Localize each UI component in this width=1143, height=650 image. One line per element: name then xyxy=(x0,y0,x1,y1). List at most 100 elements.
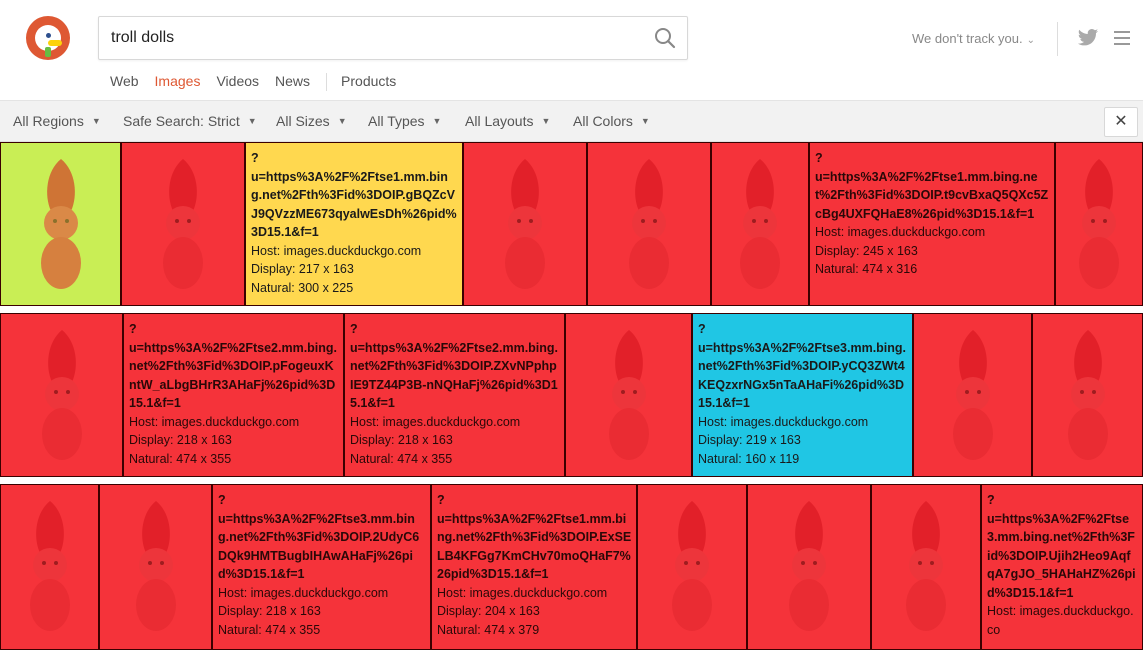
image-info: ? u=https%3A%2F%2Ftse3.mm.bing.net%2Fth%3… xyxy=(218,491,426,639)
caret-down-icon: ▼ xyxy=(91,116,101,126)
image-url: u=https%3A%2F%2Ftse3.mm.bing.net%2Fth%3F… xyxy=(987,511,1136,600)
twitter-icon[interactable] xyxy=(1077,28,1099,48)
types-filter[interactable]: All Types ▼ xyxy=(368,113,441,129)
troll-doll-image xyxy=(594,322,664,476)
caret-down-icon: ▼ xyxy=(432,116,442,126)
image-tile[interactable] xyxy=(747,484,871,650)
privacy-label: We don't track you. xyxy=(912,31,1023,46)
tab-videos[interactable]: Videos xyxy=(216,73,259,93)
caret-down-icon: ▼ xyxy=(541,116,551,126)
image-url: u=https%3A%2F%2Ftse1.mm.bing.net%2Fth%3F… xyxy=(815,169,1049,221)
image-display-size: Display: 218 x 163 xyxy=(218,604,321,618)
troll-doll-image xyxy=(657,493,727,648)
troll-doll-image xyxy=(27,322,97,476)
image-tile[interactable]: ? u=https%3A%2F%2Ftse3.mm.bing.net%2Fth%3… xyxy=(981,484,1143,650)
image-tile[interactable]: ? u=https%3A%2F%2Ftse1.mm.bing.net%2Fth%3… xyxy=(431,484,637,650)
image-tile[interactable]: ? u=https%3A%2F%2Ftse2.mm.bing.net%2Fth%3… xyxy=(344,313,565,477)
troll-doll-image xyxy=(1053,322,1123,476)
image-q-label: ? xyxy=(698,322,706,336)
image-tile[interactable] xyxy=(1055,142,1143,306)
image-url: u=https%3A%2F%2Ftse2.mm.bing.net%2Fth%3F… xyxy=(129,340,338,411)
troll-doll-image xyxy=(15,493,85,648)
regions-label: All Regions xyxy=(13,113,84,129)
image-tile[interactable] xyxy=(711,142,809,306)
image-tile[interactable] xyxy=(99,484,212,650)
image-info: ? u=https%3A%2F%2Ftse2.mm.bing.net%2Fth%3… xyxy=(350,320,560,468)
image-info: ? u=https%3A%2F%2Ftse2.mm.bing.net%2Fth%3… xyxy=(129,320,339,468)
privacy-dropdown[interactable]: We don't track you. ⌄ xyxy=(912,31,1035,46)
duckduckgo-logo[interactable] xyxy=(26,16,70,60)
image-natural-size: Natural: 474 x 379 xyxy=(437,622,540,637)
image-tile[interactable]: ? u=https%3A%2F%2Ftse1.mm.bing.net%2Fth%3… xyxy=(809,142,1055,306)
image-info: ? u=https%3A%2F%2Ftse3.mm.bing.net%2Fth%3… xyxy=(987,491,1138,639)
image-host: Host: images.duckduckgo.com xyxy=(698,414,869,429)
tab-web[interactable]: Web xyxy=(110,73,139,93)
sizes-filter[interactable]: All Sizes ▼ xyxy=(276,113,347,129)
header: We don't track you.⌄ Web Images Videos N… xyxy=(0,0,1143,100)
image-tile[interactable] xyxy=(871,484,981,650)
image-natural-size: Natural: 474 x 355 xyxy=(350,451,453,466)
image-tile[interactable]: ? u=https%3A%2F%2Ftse1.mm.bing.net%2Fth%3… xyxy=(245,142,463,306)
image-host: Host: images.duckduckgo.com xyxy=(350,414,521,429)
image-info: ? u=https%3A%2F%2Ftse1.mm.bing.net%2Fth%3… xyxy=(251,149,458,297)
close-icon[interactable]: ✕ xyxy=(1104,107,1138,137)
image-tile[interactable] xyxy=(913,313,1032,477)
tab-news[interactable]: News xyxy=(275,73,310,93)
troll-doll-image xyxy=(614,151,684,305)
image-host: Host: images.duckduckgo.com xyxy=(129,414,300,429)
image-tile[interactable] xyxy=(463,142,587,306)
image-q-label: ? xyxy=(251,151,259,165)
image-info: ? u=https%3A%2F%2Ftse1.mm.bing.net%2Fth%3… xyxy=(437,491,632,639)
image-natural-size: Natural: 474 x 355 xyxy=(129,451,232,466)
image-tile[interactable]: ? u=https%3A%2F%2Ftse3.mm.bing.net%2Fth%3… xyxy=(692,313,913,477)
image-q-label: ? xyxy=(218,493,226,507)
colors-filter[interactable]: All Colors ▼ xyxy=(573,113,650,129)
image-display-size: Display: 218 x 163 xyxy=(129,433,232,447)
image-tile[interactable] xyxy=(0,313,123,477)
safe-search-label: Safe Search: Strict xyxy=(123,113,240,129)
troll-doll-image xyxy=(1064,151,1134,305)
search-box xyxy=(98,16,688,60)
image-tile[interactable] xyxy=(1032,313,1143,477)
troll-doll-image xyxy=(774,493,844,648)
safe-search-filter[interactable]: Safe Search: Strict ▼ xyxy=(123,113,257,129)
image-tile[interactable] xyxy=(121,142,245,306)
layouts-filter[interactable]: All Layouts ▼ xyxy=(465,113,550,129)
header-divider xyxy=(1057,22,1058,56)
image-tile[interactable] xyxy=(0,484,99,650)
image-tile[interactable] xyxy=(637,484,747,650)
troll-doll-image xyxy=(490,151,560,305)
tab-products[interactable]: Products xyxy=(341,73,396,93)
regions-filter[interactable]: All Regions ▼ xyxy=(13,113,101,129)
troll-doll-image xyxy=(938,322,1008,476)
image-q-label: ? xyxy=(350,322,358,336)
image-natural-size: Natural: 160 x 119 xyxy=(698,451,800,466)
menu-icon[interactable] xyxy=(1114,31,1130,45)
tab-images[interactable]: Images xyxy=(155,73,201,93)
troll-doll-image xyxy=(148,151,218,305)
image-display-size: Display: 218 x 163 xyxy=(350,433,453,447)
troll-doll-image xyxy=(26,151,96,305)
image-tile[interactable] xyxy=(565,313,692,477)
troll-doll-image xyxy=(121,493,191,648)
image-natural-size: Natural: 474 x 355 xyxy=(218,622,321,637)
search-icon[interactable] xyxy=(653,26,677,50)
caret-down-icon: ▼ xyxy=(337,116,347,126)
filter-bar: All Regions ▼ Safe Search: Strict ▼ All Si… xyxy=(0,100,1143,142)
image-natural-size: Natural: 474 x 316 xyxy=(815,262,918,276)
types-label: All Types xyxy=(368,113,425,129)
image-q-label: ? xyxy=(129,322,137,336)
image-q-label: ? xyxy=(987,493,995,507)
layouts-label: All Layouts xyxy=(465,113,534,129)
image-url: u=https%3A%2F%2Ftse2.mm.bing.net%2Fth%3F… xyxy=(350,340,559,411)
image-info: ? u=https%3A%2F%2Ftse1.mm.bing.net%2Fth%3… xyxy=(815,149,1050,279)
image-tile[interactable] xyxy=(0,142,121,306)
image-tile[interactable] xyxy=(587,142,711,306)
image-tile[interactable]: ? u=https%3A%2F%2Ftse3.mm.bing.net%2Fth%3… xyxy=(212,484,431,650)
sizes-label: All Sizes xyxy=(276,113,330,129)
image-url: u=https%3A%2F%2Ftse3.mm.bing.net%2Fth%3F… xyxy=(218,511,420,582)
image-tile[interactable]: ? u=https%3A%2F%2Ftse2.mm.bing.net%2Fth%3… xyxy=(123,313,344,477)
image-natural-size: Natural: 300 x 225 xyxy=(251,280,354,295)
image-host: Host: images.duckduckgo.com xyxy=(815,225,986,239)
search-input[interactable] xyxy=(111,17,631,59)
